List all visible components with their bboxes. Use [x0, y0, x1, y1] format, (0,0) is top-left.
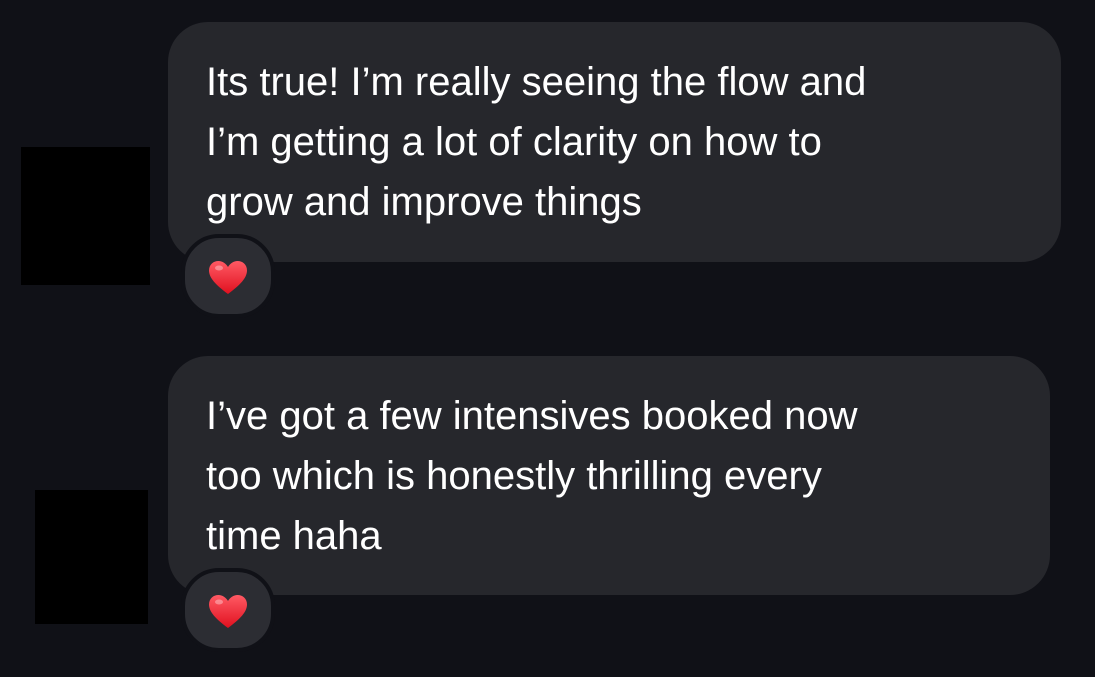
message-text-line: I’ve got a few intensives booked now: [206, 394, 858, 438]
avatar-redacted: [35, 490, 148, 624]
message-text-line: too which is honestly thrilling every: [206, 454, 822, 498]
message-text-line: Its true! I’m really seeing the flow and: [206, 60, 867, 104]
heart-icon: [209, 595, 247, 628]
message-bubble[interactable]: Its true! I’m really seeing the flow and…: [168, 22, 1061, 262]
reaction-badge[interactable]: [181, 234, 275, 318]
message-text-line: time haha: [206, 514, 382, 558]
reaction-badge[interactable]: [181, 568, 275, 652]
message-text-line: grow and improve things: [206, 180, 642, 224]
message-bubble[interactable]: I’ve got a few intensives booked now too…: [168, 356, 1050, 595]
chat-thread: Its true! I’m really seeing the flow and…: [0, 0, 1095, 677]
message-text-line: I’m getting a lot of clarity on how to: [206, 120, 822, 164]
avatar-redacted: [21, 147, 150, 285]
heart-icon: [209, 261, 247, 294]
